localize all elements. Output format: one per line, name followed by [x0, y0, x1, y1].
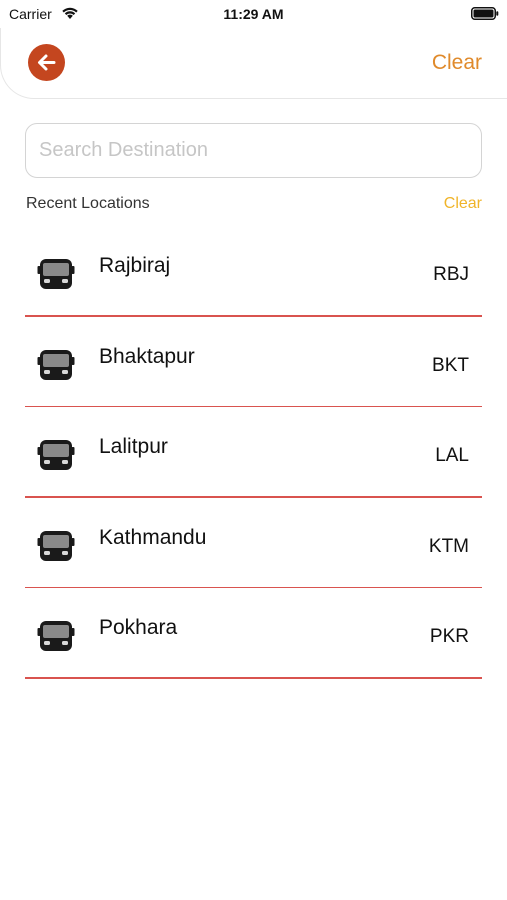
- location-list: Rajbiraj RBJ Bhaktapur BKT Lalitpur LAL: [0, 226, 507, 679]
- bus-icon: [37, 440, 75, 470]
- recent-clear-button[interactable]: Clear: [444, 195, 482, 213]
- location-code: KTM: [428, 535, 469, 557]
- location-code: RBJ: [433, 264, 469, 285]
- bus-icon: [37, 349, 75, 380]
- location-name: Bhaktapur: [99, 344, 195, 368]
- back-button[interactable]: [28, 44, 65, 81]
- bus-icon: [37, 530, 75, 561]
- header-bar: Clear: [0, 28, 507, 99]
- status-bar: Carrier 11:29 AM: [0, 0, 507, 28]
- list-item-pokhara[interactable]: Pokhara PKR: [0, 588, 507, 679]
- location-name: Pokhara: [99, 616, 178, 639]
- location-name: Rajbiraj: [99, 254, 171, 277]
- battery-icon: [471, 7, 499, 20]
- list-item-bhaktapur[interactable]: Bhaktapur BKT: [0, 317, 507, 407]
- list-item-kathmandu[interactable]: Kathmandu KTM: [0, 498, 507, 588]
- bus-icon: [37, 621, 75, 651]
- recent-locations-title: Recent Locations: [26, 195, 150, 212]
- bus-icon: [37, 259, 75, 289]
- location-name: Lalitpur: [99, 435, 168, 458]
- location-code: LAL: [435, 445, 469, 466]
- header-clear-button[interactable]: Clear: [432, 51, 482, 75]
- row-divider: [25, 677, 482, 679]
- location-name: Kathmandu: [99, 525, 207, 549]
- location-code: BKT: [432, 354, 469, 376]
- list-item-lalitpur[interactable]: Lalitpur LAL: [0, 407, 507, 498]
- list-item-rajbiraj[interactable]: Rajbiraj RBJ: [0, 226, 507, 317]
- search-field[interactable]: [25, 123, 482, 178]
- status-time: 11:29 AM: [223, 6, 284, 22]
- search-input[interactable]: [39, 124, 469, 176]
- arrow-left-icon: [38, 54, 56, 71]
- location-code: PKR: [429, 626, 469, 647]
